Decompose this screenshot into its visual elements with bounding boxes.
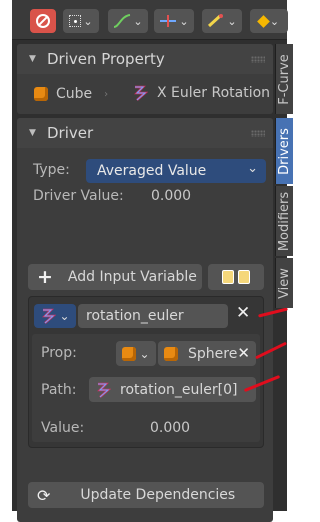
driven-property: X Euler Rotation bbox=[132, 84, 270, 102]
remove-variable-close-icon[interactable]: ✕ bbox=[236, 303, 250, 323]
paste-icon bbox=[238, 270, 250, 284]
variable-value-label: Value: bbox=[41, 420, 85, 436]
path-value: rotation_euler[0] bbox=[120, 381, 238, 398]
driver-header[interactable]: ▼ Driver bbox=[17, 118, 273, 148]
panel-title: Driven Property bbox=[47, 50, 165, 68]
drag-grip-icon[interactable] bbox=[251, 130, 265, 137]
keyframe-icon bbox=[257, 14, 270, 28]
property-name: X Euler Rotation bbox=[157, 85, 271, 101]
tab-drivers[interactable]: Drivers bbox=[275, 118, 293, 184]
chevron-down-icon: ⌄ bbox=[227, 14, 237, 28]
path-label: Path: bbox=[41, 382, 77, 398]
mute-toggle-button[interactable] bbox=[30, 9, 56, 33]
driver-value-label: Driver Value: bbox=[33, 188, 124, 204]
rna-path-icon bbox=[97, 382, 111, 398]
copy-paste-variables-button[interactable] bbox=[208, 264, 264, 290]
eyedropper-icon bbox=[208, 14, 224, 28]
refresh-icon: ⟳ bbox=[37, 485, 51, 505]
prop-object-name: Sphere bbox=[188, 345, 238, 362]
curve-dropdown[interactable]: ⌄ bbox=[108, 9, 148, 33]
update-dependencies-button[interactable]: ⟳ Update Dependencies bbox=[28, 482, 264, 508]
prop-object-field[interactable]: Sphere ✕ bbox=[158, 341, 256, 366]
driven-property-header[interactable]: ▼ Driven Property bbox=[17, 44, 273, 74]
variable-name-field[interactable]: rotation_euler bbox=[78, 304, 228, 328]
chevron-down-icon: ⌄ bbox=[139, 346, 150, 361]
cube-object-icon bbox=[122, 346, 137, 361]
clear-close-icon[interactable]: ✕ bbox=[237, 344, 250, 362]
cube-object-icon bbox=[34, 87, 48, 101]
chevron-down-icon: ⌄ bbox=[179, 14, 189, 28]
path-field[interactable]: rotation_euler[0] bbox=[89, 377, 256, 402]
disabled-icon bbox=[36, 14, 50, 28]
chevron-down-icon: ⌄ bbox=[59, 309, 70, 323]
chevron-down-icon: ⌄ bbox=[269, 14, 280, 28]
update-dependencies-label: Update Dependencies bbox=[80, 487, 236, 503]
type-label: Type: bbox=[33, 162, 70, 178]
proportional-dropdown[interactable]: ⌄ bbox=[202, 9, 242, 33]
pivot-dropdown[interactable]: ⌄ bbox=[63, 9, 99, 33]
copy-icon bbox=[222, 270, 234, 284]
type-value: Averaged Value bbox=[97, 163, 207, 179]
type-dropdown[interactable]: Averaged Value ⌄ bbox=[86, 159, 266, 183]
add-input-variable-button[interactable]: + Add Input Variable bbox=[28, 264, 202, 290]
driver-icon bbox=[134, 85, 148, 101]
tab-modifiers[interactable]: Modifiers bbox=[275, 186, 293, 256]
driver-value: 0.000 bbox=[151, 188, 192, 204]
curve-icon bbox=[114, 14, 131, 28]
variable-name: rotation_euler bbox=[86, 308, 184, 324]
keyframe-dropdown[interactable]: ⌄ bbox=[250, 9, 288, 33]
chevron-down-icon: ⌄ bbox=[83, 14, 93, 28]
prop-label: Prop: bbox=[41, 345, 77, 361]
add-input-variable-label: Add Input Variable bbox=[67, 269, 197, 285]
keyframe-snap-icon bbox=[160, 15, 177, 27]
chevron-down-icon: ⌄ bbox=[133, 14, 143, 28]
cube-object-icon bbox=[164, 346, 178, 361]
driver-icon bbox=[42, 308, 57, 324]
tab-f-curve[interactable]: F-Curve bbox=[275, 44, 293, 114]
collapse-arrow-icon: ▼ bbox=[29, 54, 36, 64]
id-type-dropdown[interactable]: ⌄ bbox=[116, 341, 156, 366]
collapse-arrow-icon: ▼ bbox=[29, 128, 36, 138]
separator-arrow-icon: › bbox=[104, 88, 109, 100]
variable-type-dropdown[interactable]: ⌄ bbox=[34, 304, 76, 328]
plus-icon: + bbox=[37, 266, 53, 288]
driven-object: Cube › bbox=[34, 86, 108, 102]
snap-dropdown[interactable]: ⌄ bbox=[154, 9, 194, 33]
tab-view[interactable]: View bbox=[275, 258, 293, 308]
variable-value: 0.000 bbox=[150, 420, 191, 436]
drag-grip-icon[interactable] bbox=[251, 56, 265, 63]
pivot-icon bbox=[69, 15, 82, 27]
chevron-down-icon: ⌄ bbox=[247, 161, 258, 176]
panel-title: Driver bbox=[47, 124, 94, 142]
object-name: Cube bbox=[56, 86, 93, 102]
